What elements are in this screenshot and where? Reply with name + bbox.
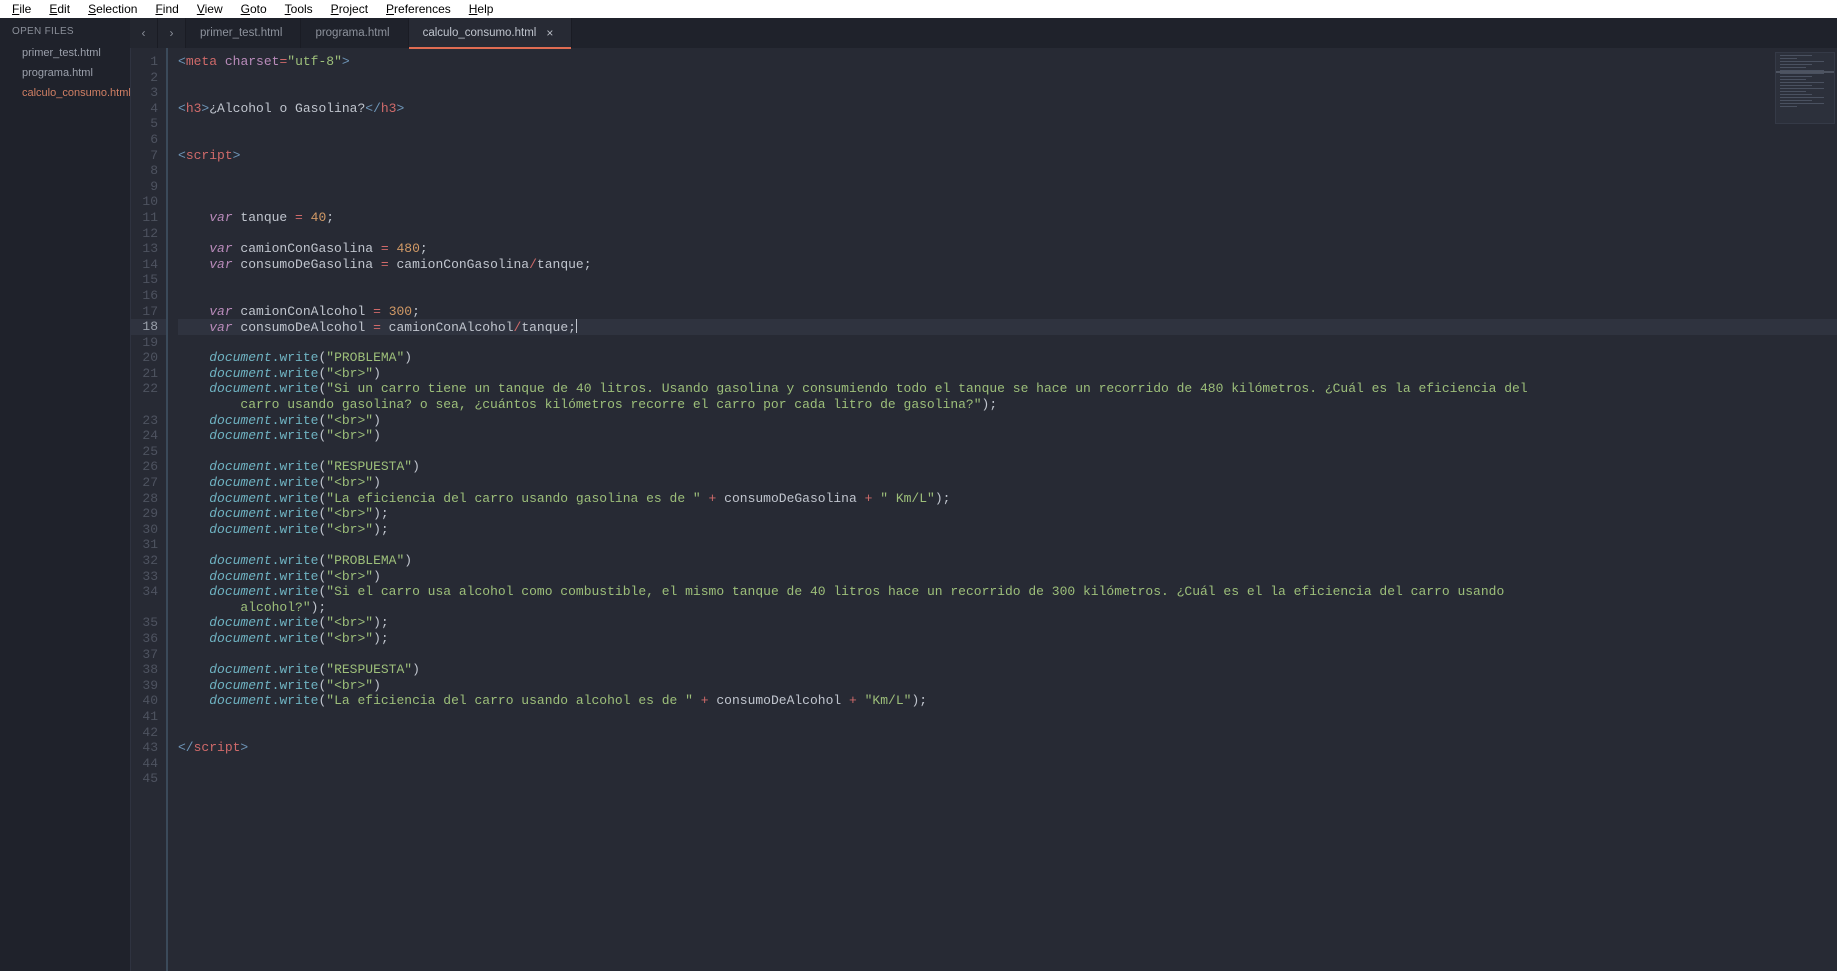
nav-back-button[interactable]: ‹ [130, 18, 158, 48]
menu-file[interactable]: File [4, 1, 39, 17]
close-icon[interactable]: × [546, 26, 553, 40]
tab-bar: ‹ › primer_test.html programa.html calculo… [130, 18, 1837, 48]
menu-tools[interactable]: Tools [277, 1, 321, 17]
open-file-item[interactable]: primer_test.html [0, 43, 130, 63]
menu-edit[interactable]: Edit [41, 1, 78, 17]
tab-label: calculo_consumo.html [423, 27, 537, 39]
chevron-left-icon: ‹ [142, 26, 146, 40]
menu-bar: FileEditSelectionFindViewGotoToolsProjec… [0, 0, 1837, 18]
sidebar-heading: OPEN FILES [0, 18, 130, 43]
menu-find[interactable]: Find [147, 1, 186, 17]
chevron-right-icon: › [170, 26, 174, 40]
tab[interactable]: primer_test.html [186, 18, 301, 48]
sidebar: OPEN FILES primer_test.htmlprograma.html… [0, 18, 130, 971]
editor-main: ‹ › primer_test.html programa.html calculo… [130, 18, 1837, 971]
nav-forward-button[interactable]: › [158, 18, 186, 48]
open-file-item[interactable]: programa.html [0, 63, 130, 83]
minimap[interactable] [1775, 52, 1835, 124]
open-file-item[interactable]: calculo_consumo.html [0, 83, 130, 103]
menu-view[interactable]: View [189, 1, 231, 17]
menu-preferences[interactable]: Preferences [378, 1, 459, 17]
tab-label: programa.html [315, 27, 389, 39]
line-number-gutter: 1234567891011121314151617181920212223242… [130, 48, 166, 971]
tab[interactable]: calculo_consumo.html × [409, 18, 573, 48]
menu-selection[interactable]: Selection [80, 1, 145, 17]
text-cursor [576, 319, 577, 333]
code-area[interactable]: <meta charset="utf-8"><h3>¿Alcohol o Gas… [166, 48, 1837, 971]
menu-goto[interactable]: Goto [233, 1, 275, 17]
editor[interactable]: 1234567891011121314151617181920212223242… [130, 48, 1837, 971]
menu-help[interactable]: Help [461, 1, 502, 17]
tab-label: primer_test.html [200, 27, 282, 39]
tab[interactable]: programa.html [301, 18, 408, 48]
menu-project[interactable]: Project [323, 1, 376, 17]
